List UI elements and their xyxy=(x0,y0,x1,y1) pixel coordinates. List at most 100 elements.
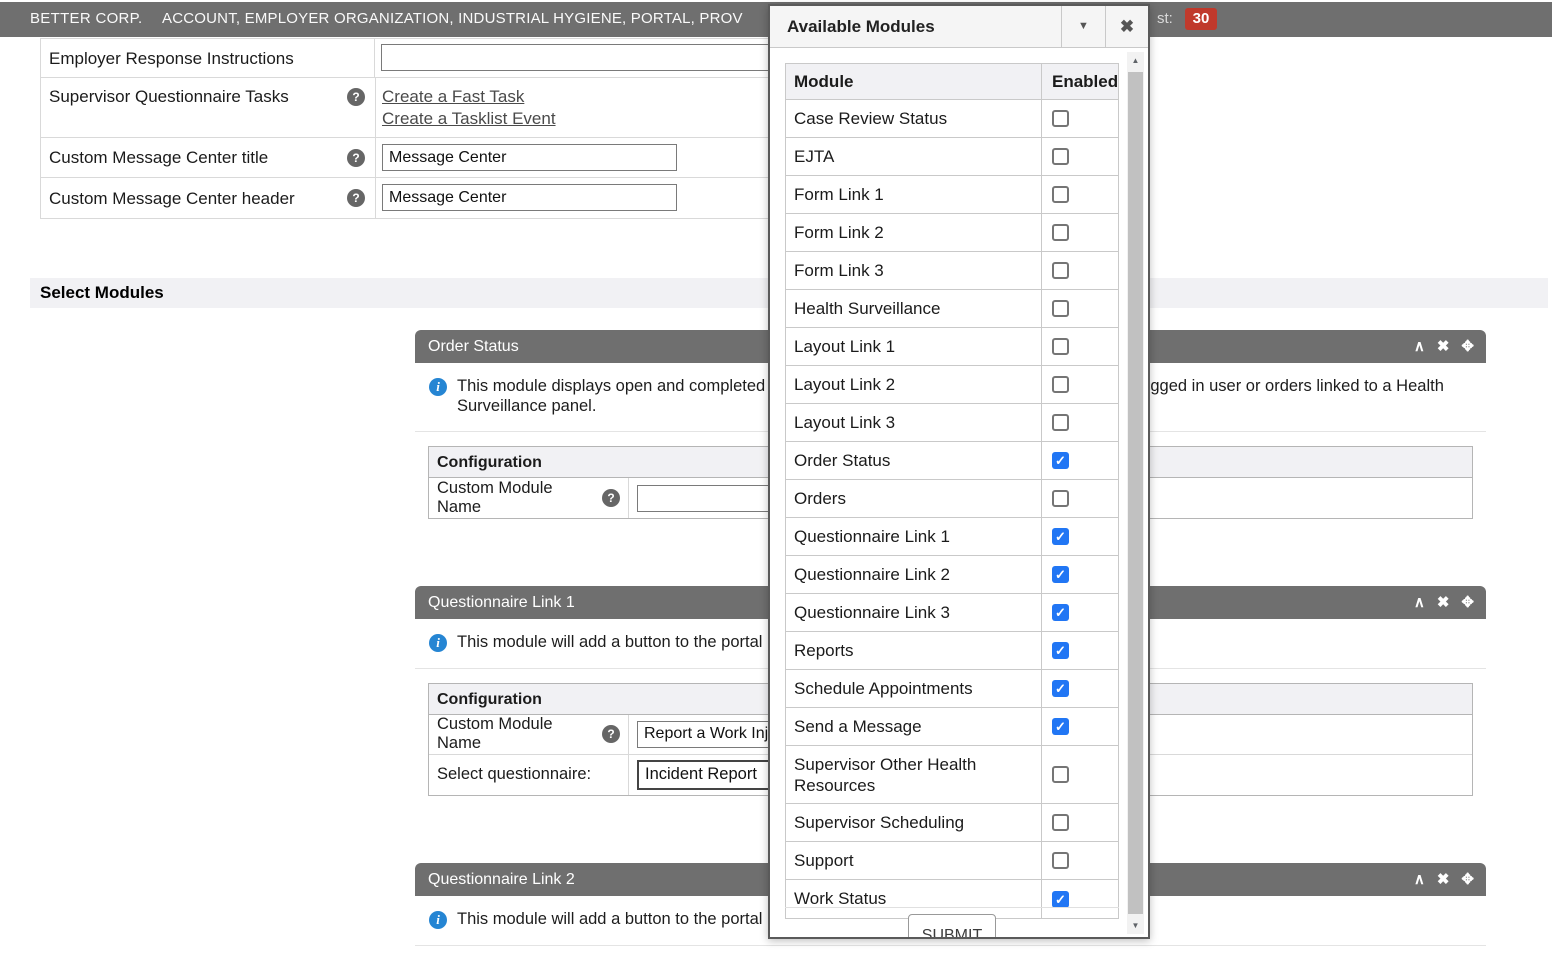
message-center-title-input[interactable] xyxy=(382,144,677,171)
module-name: Supervisor Scheduling xyxy=(786,804,1041,841)
message-center-header-input[interactable] xyxy=(382,184,677,211)
module-enabled-checkbox[interactable] xyxy=(1052,186,1069,203)
module-name: Send a Message xyxy=(786,708,1041,745)
module-name: Order Status xyxy=(786,442,1041,479)
remove-icon[interactable]: ✖ xyxy=(1437,863,1450,896)
collapse-icon[interactable]: ∧ xyxy=(1414,586,1425,619)
close-icon: ✖ xyxy=(1120,17,1134,36)
module-row: Health Surveillance xyxy=(786,290,1118,328)
module-name: Support xyxy=(786,842,1041,879)
remove-icon[interactable]: ✖ xyxy=(1437,586,1450,619)
dialog-titlebar[interactable]: Available Modules ▼ ✖ xyxy=(770,6,1148,48)
module-row: Form Link 1 xyxy=(786,176,1118,214)
remove-icon[interactable]: ✖ xyxy=(1437,330,1450,363)
scroll-up-icon[interactable]: ▲ xyxy=(1127,52,1144,69)
module-row: Supervisor Scheduling xyxy=(786,804,1118,842)
module-row: Questionnaire Link 3 ✓ xyxy=(786,594,1118,632)
custom-module-name-label: Custom Module Name xyxy=(437,715,594,753)
module-name: Form Link 1 xyxy=(786,176,1041,213)
module-name: Schedule Appointments xyxy=(786,670,1041,707)
module-enabled-checkbox[interactable] xyxy=(1052,338,1069,355)
help-icon[interactable]: ? xyxy=(347,189,365,207)
module-name: Case Review Status xyxy=(786,100,1041,137)
module-enabled-checkbox[interactable] xyxy=(1052,414,1069,431)
module-row: Send a Message ✓ xyxy=(786,708,1118,746)
scroll-down-icon[interactable]: ▼ xyxy=(1127,917,1144,934)
module-enabled-checkbox[interactable] xyxy=(1052,766,1069,783)
module-enabled-checkbox[interactable]: ✓ xyxy=(1052,566,1069,583)
module-enabled-checkbox[interactable] xyxy=(1052,262,1069,279)
module-enabled-checkbox[interactable] xyxy=(1052,148,1069,165)
module-row: Layout Link 2 xyxy=(786,366,1118,404)
module-enabled-checkbox[interactable]: ✓ xyxy=(1052,604,1069,621)
module-name: Questionnaire Link 3 xyxy=(786,594,1041,631)
select-questionnaire-label: Select questionnaire: xyxy=(437,765,591,784)
help-icon[interactable]: ? xyxy=(602,725,620,743)
module-row: Order Status ✓ xyxy=(786,442,1118,480)
module-name: Health Surveillance xyxy=(786,290,1041,327)
module-name: Form Link 2 xyxy=(786,214,1041,251)
module-row: Support xyxy=(786,842,1118,880)
module-row: Orders xyxy=(786,480,1118,518)
dialog-close-button[interactable]: ✖ xyxy=(1105,6,1148,47)
column-header-enabled: Enabled xyxy=(1041,64,1118,99)
module-enabled-checkbox[interactable] xyxy=(1052,814,1069,831)
module-name: Supervisor Other Health Resources xyxy=(786,746,1041,803)
module-name: Layout Link 1 xyxy=(786,328,1041,365)
module-row: Layout Link 1 xyxy=(786,328,1118,366)
module-enabled-checkbox[interactable]: ✓ xyxy=(1052,718,1069,735)
column-header-module: Module xyxy=(786,64,1041,99)
module-row: Supervisor Other Health Resources xyxy=(786,746,1118,804)
module-enabled-checkbox[interactable] xyxy=(1052,490,1069,507)
collapse-icon[interactable]: ∧ xyxy=(1414,330,1425,363)
module-enabled-checkbox[interactable] xyxy=(1052,376,1069,393)
module-name: Layout Link 3 xyxy=(786,404,1041,441)
module-row: Questionnaire Link 1✓ xyxy=(786,518,1118,556)
collapse-icon[interactable]: ∧ xyxy=(1414,863,1425,896)
info-icon: i xyxy=(429,378,447,396)
help-icon[interactable]: ? xyxy=(602,489,620,507)
available-modules-dialog: Available Modules ▼ ✖ Module Enabled Cas… xyxy=(768,4,1150,939)
module-enabled-checkbox[interactable]: ✓ xyxy=(1052,642,1069,659)
module-name: Layout Link 2 xyxy=(786,366,1041,403)
panel-title: Questionnaire Link 1 xyxy=(428,594,575,611)
move-icon[interactable]: ✥ xyxy=(1461,586,1474,619)
tasklist-label-fragment: st: xyxy=(1157,10,1173,27)
module-enabled-checkbox[interactable]: ✓ xyxy=(1052,891,1069,908)
module-enabled-checkbox[interactable] xyxy=(1052,224,1069,241)
help-icon[interactable]: ? xyxy=(347,88,365,106)
scrollbar-thumb[interactable] xyxy=(1128,72,1143,914)
page: BETTER CORP. ACCOUNT, EMPLOYER ORGANIZAT… xyxy=(0,0,1552,955)
help-icon[interactable]: ? xyxy=(347,149,365,167)
modules-table-header: Module Enabled xyxy=(786,64,1118,100)
module-enabled-checkbox[interactable]: ✓ xyxy=(1052,680,1069,697)
module-enabled-checkbox[interactable] xyxy=(1052,110,1069,127)
message-center-title-label: Custom Message Center title xyxy=(49,147,347,168)
submit-button[interactable]: SUBMIT xyxy=(908,914,996,939)
module-row: Schedule Appointments ✓ xyxy=(786,670,1118,708)
module-row: EJTA xyxy=(786,138,1118,176)
move-icon[interactable]: ✥ xyxy=(1461,863,1474,896)
module-row: Layout Link 3 xyxy=(786,404,1118,442)
module-row: Form Link 3 xyxy=(786,252,1118,290)
module-enabled-checkbox[interactable]: ✓ xyxy=(1052,452,1069,469)
modules-table: Module Enabled Case Review StatusEJTAFor… xyxy=(785,63,1119,919)
employer-response-label: Employer Response Instructions xyxy=(49,48,364,69)
questionnaire-select[interactable]: Incident Report xyxy=(637,760,789,790)
info-icon: i xyxy=(429,634,447,652)
module-row: Reports✓ xyxy=(786,632,1118,670)
module-enabled-checkbox[interactable] xyxy=(1052,300,1069,317)
move-icon[interactable]: ✥ xyxy=(1461,330,1474,363)
panel-title: Questionnaire Link 2 xyxy=(428,871,575,888)
tasklist-count-badge[interactable]: 30 xyxy=(1185,8,1217,30)
module-name: Orders xyxy=(786,480,1041,517)
panel-title: Order Status xyxy=(428,338,519,355)
breadcrumb-nav[interactable]: ACCOUNT, EMPLOYER ORGANIZATION, INDUSTRI… xyxy=(162,10,743,27)
dialog-scrollbar[interactable]: ▲ ▼ xyxy=(1127,52,1144,934)
module-name: Questionnaire Link 2 xyxy=(786,556,1041,593)
module-enabled-checkbox[interactable] xyxy=(1052,852,1069,869)
module-row: Questionnaire Link 2 ✓ xyxy=(786,556,1118,594)
module-enabled-checkbox[interactable]: ✓ xyxy=(1052,528,1069,545)
module-name: EJTA xyxy=(786,138,1041,175)
dialog-collapse-button[interactable]: ▼ xyxy=(1061,6,1105,47)
